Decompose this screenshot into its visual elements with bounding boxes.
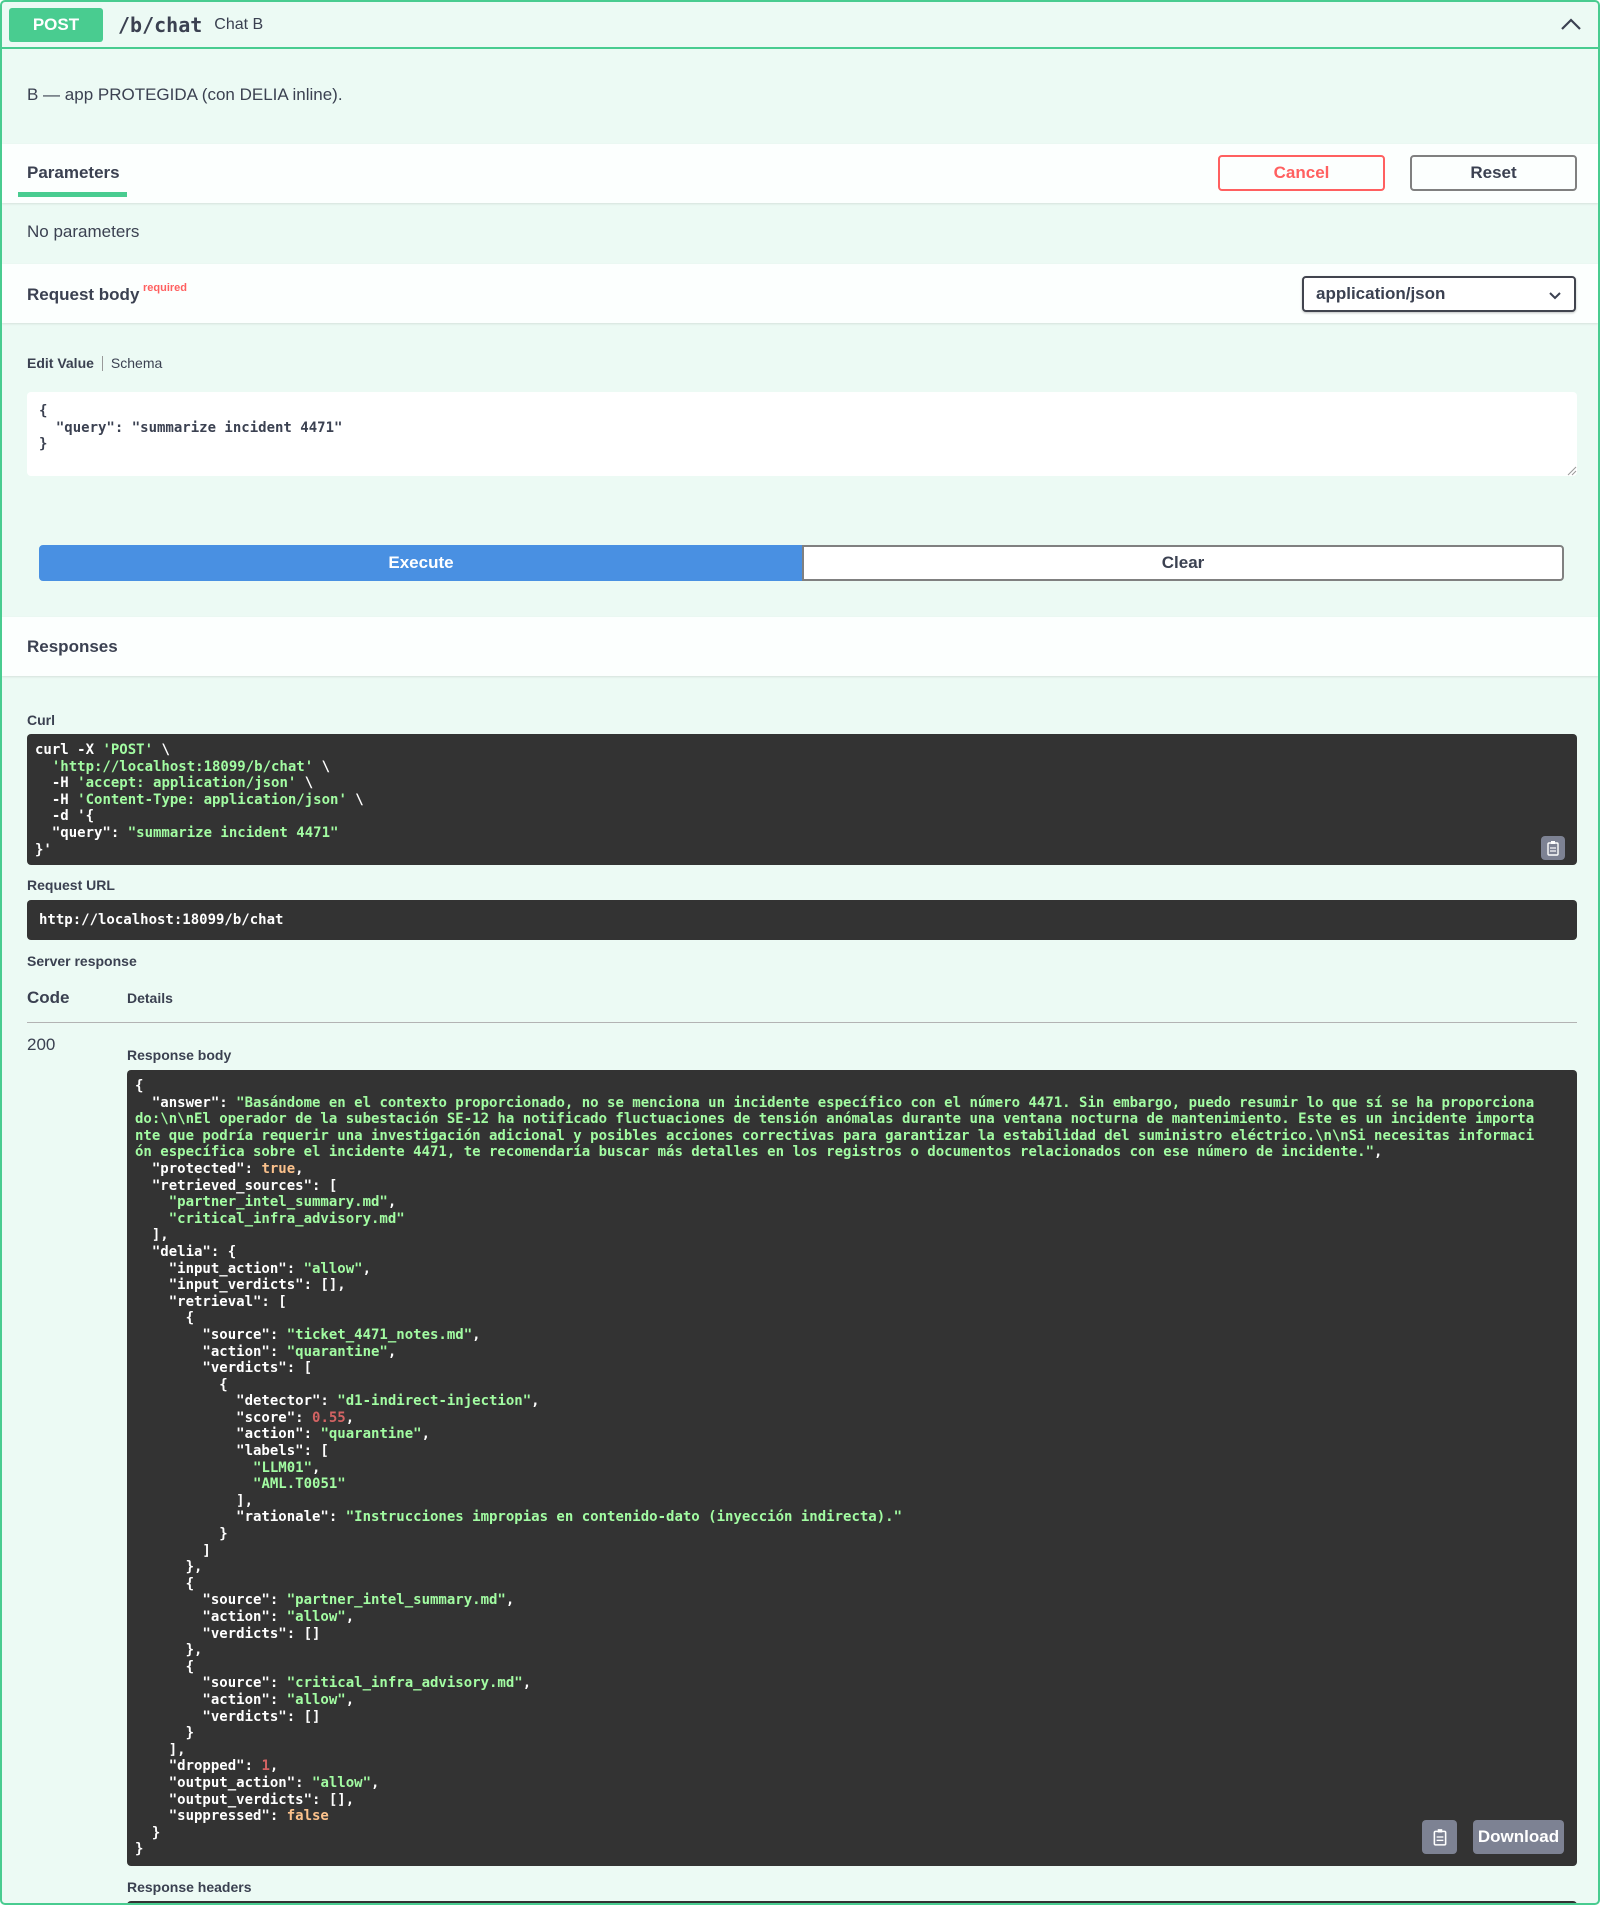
- chevron-up-icon[interactable]: [1558, 12, 1584, 38]
- clipboard-copy-icon: [1547, 841, 1559, 856]
- responses-header: Responses: [2, 617, 1598, 676]
- column-details: Details: [127, 990, 173, 1006]
- tab-divider: [101, 355, 103, 371]
- tab-schema[interactable]: Schema: [111, 355, 162, 371]
- request-url-label: Request URL: [27, 877, 115, 893]
- response-body-label: Response body: [127, 1047, 232, 1063]
- body-tabs: Edit Value Schema: [27, 355, 162, 371]
- no-parameters-text: No parameters: [27, 222, 140, 241]
- response-headers-label: Response headers: [127, 1879, 252, 1895]
- server-response-label: Server response: [27, 953, 137, 969]
- parameters-header: Parameters Cancel Reset: [2, 144, 1598, 203]
- content-type-value: application/json: [1316, 284, 1446, 303]
- response-headers[interactable]: [127, 1901, 1577, 1903]
- request-url-value[interactable]: http://localhost:18099/b/chat: [27, 900, 1577, 940]
- endpoint-path: /b/chat: [118, 12, 203, 37]
- tab-active-indicator: [18, 192, 127, 197]
- clipboard-copy-icon: [1433, 1829, 1446, 1846]
- response-body[interactable]: { "answer": "Basándome en el contexto pr…: [127, 1070, 1577, 1866]
- execute-button[interactable]: Execute: [39, 545, 803, 581]
- curl-command[interactable]: curl -X 'POST' \ 'http://localhost:18099…: [27, 734, 1577, 865]
- status-code: 200: [27, 1035, 56, 1054]
- operation-block: POST /b/chat Chat B B — app PROTEGIDA (c…: [0, 0, 1600, 1905]
- endpoint-summary: Chat B: [214, 15, 264, 33]
- copy-curl-button[interactable]: [1541, 836, 1565, 860]
- cancel-button[interactable]: Cancel: [1218, 155, 1385, 191]
- curl-label: Curl: [27, 712, 55, 728]
- chevron-down-icon: [1549, 292, 1561, 300]
- operation-summary[interactable]: POST /b/chat Chat B: [2, 2, 1598, 49]
- response-table-header: Code Details: [27, 988, 1577, 1023]
- clear-button[interactable]: Clear: [802, 545, 1564, 581]
- tab-parameters[interactable]: Parameters: [27, 163, 120, 183]
- responses-title: Responses: [27, 637, 118, 656]
- operation-description: B — app PROTEGIDA (con DELIA inline).: [27, 85, 343, 104]
- download-button[interactable]: Download: [1473, 1820, 1564, 1854]
- request-body-editor[interactable]: { "query": "summarize incident 4471" }: [27, 392, 1577, 476]
- required-label: required: [143, 282, 188, 294]
- tab-edit-value[interactable]: Edit Value: [27, 355, 94, 371]
- http-method-badge: POST: [9, 7, 103, 42]
- copy-response-button[interactable]: [1422, 1820, 1457, 1854]
- request-body-title: Request body: [27, 285, 140, 304]
- content-type-select[interactable]: application/json: [1302, 276, 1576, 312]
- reset-button[interactable]: Reset: [1410, 155, 1577, 191]
- resize-handle-icon[interactable]: [1567, 466, 1577, 476]
- column-code: Code: [27, 988, 70, 1007]
